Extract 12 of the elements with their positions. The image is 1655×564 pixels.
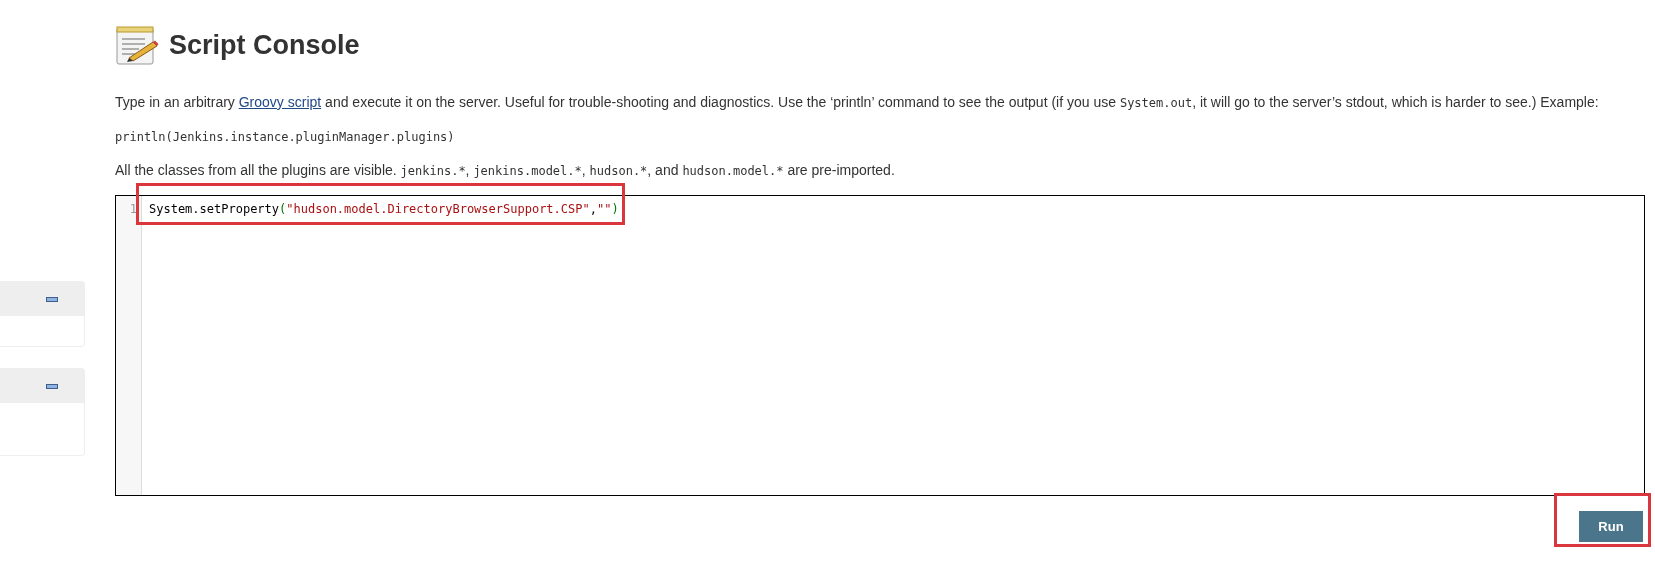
collapse-icon[interactable] bbox=[46, 383, 58, 389]
page-title: Script Console bbox=[169, 29, 360, 61]
example-code: println(Jenkins.instance.pluginManager.plugins) bbox=[115, 130, 455, 144]
imports-paragraph: All the classes from all the plugins are visible. jenkins.*, jenkins.model.*, hudson.*, and hudson.model.* are pre-imported. bbox=[115, 162, 896, 178]
groovy-script-link[interactable]: Groovy script bbox=[238, 94, 322, 110]
line-number: 1 bbox=[128, 202, 137, 216]
script-editor[interactable]: 1 System.setProperty("hudson.model.DirectoryBrowserSupport.CSP","") bbox=[115, 195, 1645, 496]
collapse-icon[interactable] bbox=[46, 296, 58, 302]
notepad-pencil-icon bbox=[115, 24, 159, 66]
intro-paragraph: Type in an arbitrary Groovy script and execute it on the server. Useful for trouble-shooting and diagnostics. Use the ‘println’ command to see the output (if you use System.out, it will go to the server’s stdout, which is harder to see.) Example: bbox=[115, 94, 1600, 110]
code-line: System.setProperty("hudson.model.DirectoryBrowserSupport.CSP","") bbox=[149, 202, 619, 216]
run-button[interactable]: Run bbox=[1579, 511, 1643, 542]
